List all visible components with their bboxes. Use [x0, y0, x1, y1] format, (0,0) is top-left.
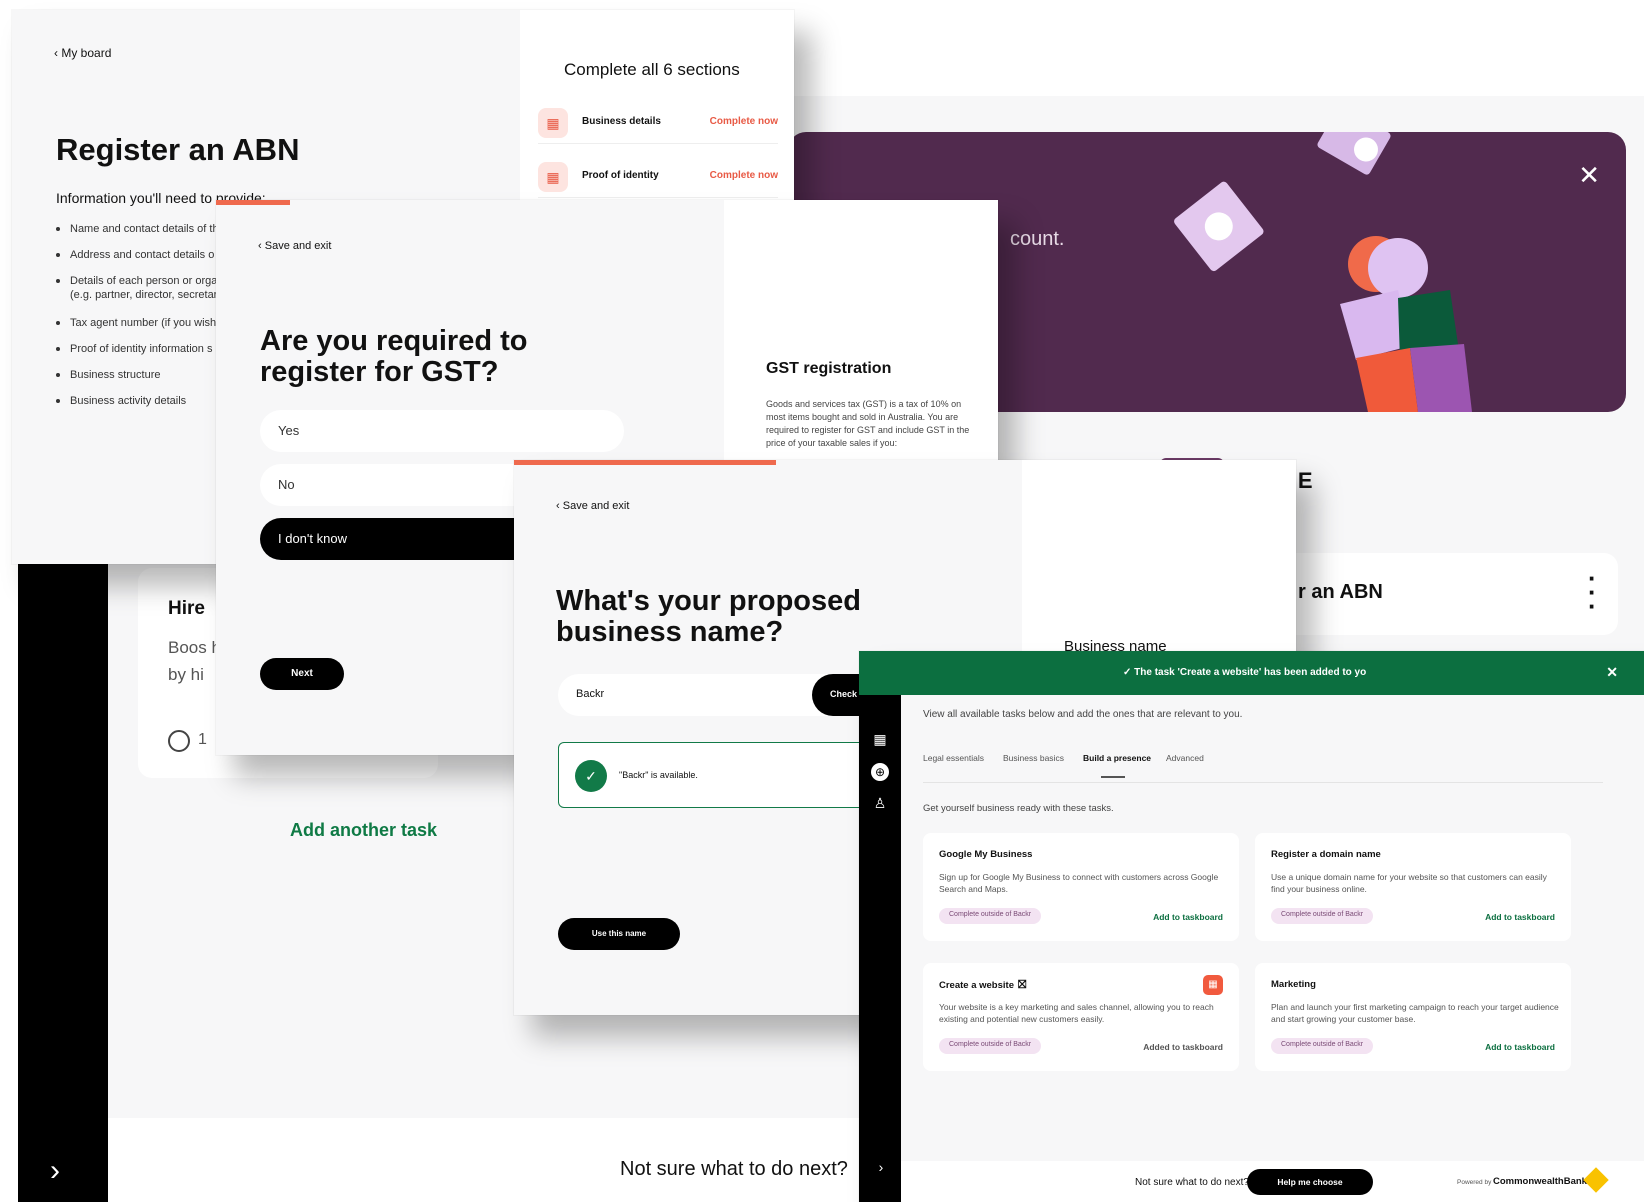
list-item: Name and contact details of th	[56, 222, 219, 236]
add-to-taskboard-link[interactable]: Add to taskboard	[1485, 1042, 1555, 1052]
bank-logo-icon	[1583, 1167, 1609, 1193]
tab-advanced[interactable]: Advanced	[1166, 753, 1204, 763]
left-sidebar: ›	[18, 564, 108, 1202]
dashboard-footer-text: Not sure what to do next?	[620, 1158, 848, 1180]
use-name-button[interactable]: Use this name	[558, 918, 680, 950]
list-item-line: Details of each person or orga	[70, 275, 218, 287]
question-title: Are you required to register for GST?	[260, 325, 528, 388]
question-title: What's your proposed business name?	[556, 585, 861, 648]
tab-build-a-presence[interactable]: Build a presence	[1083, 753, 1151, 778]
section-row[interactable]: ▦ Proof of identity Complete now	[538, 158, 778, 198]
task-card-description: Use a unique domain name for your websit…	[1271, 872, 1547, 894]
calendar-icon: ▦	[1203, 975, 1223, 995]
back-label: My board	[61, 46, 112, 60]
progress-bar	[514, 460, 776, 465]
section-name: Proof of identity	[582, 170, 659, 181]
gift-icon: ⛝	[1017, 979, 1027, 991]
save-exit-label: Save and exit	[264, 240, 332, 252]
sections-heading: Complete all 6 sections	[564, 60, 740, 79]
save-exit-link[interactable]: ‹ Save and exit	[258, 240, 331, 252]
help-me-choose-button[interactable]: Help me choose	[1247, 1169, 1373, 1195]
task-card: Register a domain name Use a unique doma…	[1255, 833, 1571, 941]
calendar-icon: ▦	[538, 108, 568, 138]
footer-prompt: Not sure what to do next?	[1135, 1177, 1249, 1188]
available-tasks-screen: ✓ The task 'Create a website' has been a…	[859, 651, 1644, 1202]
powered-by-label: Powered by	[1457, 1179, 1492, 1186]
save-exit-link[interactable]: ‹ Save and exit	[556, 500, 629, 512]
requirements-list: Name and contact details of th Address a…	[56, 222, 219, 420]
grid-icon[interactable]: ▦	[872, 731, 888, 748]
checkmark-icon: ✓	[575, 760, 607, 792]
task-card-title: Google My Business	[939, 849, 1033, 860]
check-icon: ✓	[1123, 667, 1135, 678]
task-card-title: Marketing	[1271, 979, 1316, 990]
hire-task-title: Hire	[168, 598, 205, 619]
availability-text: "Backr" is available.	[619, 770, 698, 780]
expand-chevron-icon[interactable]: ›	[50, 1154, 60, 1188]
complete-now-link[interactable]: Complete now	[710, 116, 778, 127]
task-card-description: Your website is a key marketing and sale…	[939, 1002, 1214, 1024]
task-added-toast: ✓ The task 'Create a website' has been a…	[859, 651, 1644, 695]
task-card: Google My Business Sign up for Google My…	[923, 833, 1239, 941]
tab-legal-essentials[interactable]: Legal essentials	[923, 753, 984, 763]
section-name: Business details	[582, 116, 661, 127]
list-item: Business activity details	[56, 394, 219, 408]
task-card-description: Plan and launch your first marketing cam…	[1271, 1002, 1559, 1024]
add-to-taskboard-link[interactable]: Add to taskboard	[1485, 912, 1555, 922]
bank-wordmark: CommonwealthBank	[1493, 1176, 1587, 1187]
back-link[interactable]: ‹ My board	[54, 46, 111, 60]
add-to-taskboard-link[interactable]: Add to taskboard	[1153, 912, 1223, 922]
toast-text: The task 'Create a website' has been add…	[1134, 667, 1367, 678]
list-item: Business structure	[56, 368, 219, 382]
tasks-intro-text: Get yourself business ready with these t…	[923, 803, 1114, 814]
hire-task-duration: 1	[198, 731, 207, 748]
complete-outside-badge: Complete outside of Backr	[1271, 1038, 1374, 1054]
progress-bar	[216, 200, 290, 205]
more-options-icon[interactable]: · · ·	[1588, 565, 1597, 619]
list-item: Tax agent number (if you wish	[56, 316, 219, 330]
expand-chevron-icon[interactable]: ›	[873, 1159, 889, 1175]
add-circle-icon[interactable]: ⊕	[871, 763, 889, 781]
task-card-title-text: Create a website	[939, 980, 1014, 991]
page-title: Register an ABN	[56, 132, 300, 167]
task-card-title: Register a domain name	[1271, 849, 1381, 860]
calendar-icon: ▦	[538, 162, 568, 192]
tasks-footer: Not sure what to do next? Help me choose…	[901, 1161, 1644, 1202]
section-row[interactable]: ▦ Business details Complete now	[538, 104, 778, 144]
next-button[interactable]: Next	[260, 658, 344, 690]
user-icon[interactable]: ♙	[872, 795, 888, 812]
task-card-description: Sign up for Google My Business to connec…	[939, 872, 1219, 894]
abn-task-title: r an ABN	[1298, 581, 1383, 603]
complete-outside-badge: Complete outside of Backr	[1271, 908, 1374, 924]
task-card: Create a website ⛝ ▦ Your website is a ke…	[923, 963, 1239, 1071]
gst-info-title: GST registration	[766, 360, 892, 377]
nav-rail: ▦ ⊕ ♙ ›	[859, 695, 901, 1202]
complete-now-link[interactable]: Complete now	[710, 170, 778, 181]
list-item: Details of each person or orga (e.g. part…	[56, 274, 219, 302]
option-yes[interactable]: Yes	[260, 410, 624, 452]
added-to-taskboard-status: Added to taskboard	[1143, 1042, 1223, 1052]
chevron-left-icon: ‹	[556, 500, 563, 512]
task-category-tabs: Legal essentials Business basics Build a…	[923, 753, 1603, 783]
list-item: Address and contact details o	[56, 248, 219, 262]
list-item-line: (e.g. partner, director, secretar	[70, 289, 218, 301]
task-card-title: Create a website ⛝	[939, 979, 1026, 992]
list-item: Proof of identity information s	[56, 342, 219, 356]
save-exit-label: Save and exit	[562, 500, 630, 512]
close-toast-icon[interactable]: ✕	[1606, 664, 1618, 681]
task-card: Marketing Plan and launch your first mar…	[1255, 963, 1571, 1071]
add-another-task-link[interactable]: Add another task	[290, 820, 437, 841]
tab-business-basics[interactable]: Business basics	[1003, 753, 1064, 763]
complete-outside-badge: Complete outside of Backr	[939, 1038, 1042, 1054]
chevron-left-icon: ‹	[258, 240, 265, 252]
complete-outside-badge: Complete outside of Backr	[939, 908, 1042, 924]
clock-icon	[168, 730, 190, 752]
gst-info-text: Goods and services tax (GST) is a tax of…	[766, 399, 970, 448]
availability-message: ✓ "Backr" is available.	[558, 742, 878, 808]
tasks-lead-text: View all available tasks below and add t…	[923, 709, 1243, 720]
